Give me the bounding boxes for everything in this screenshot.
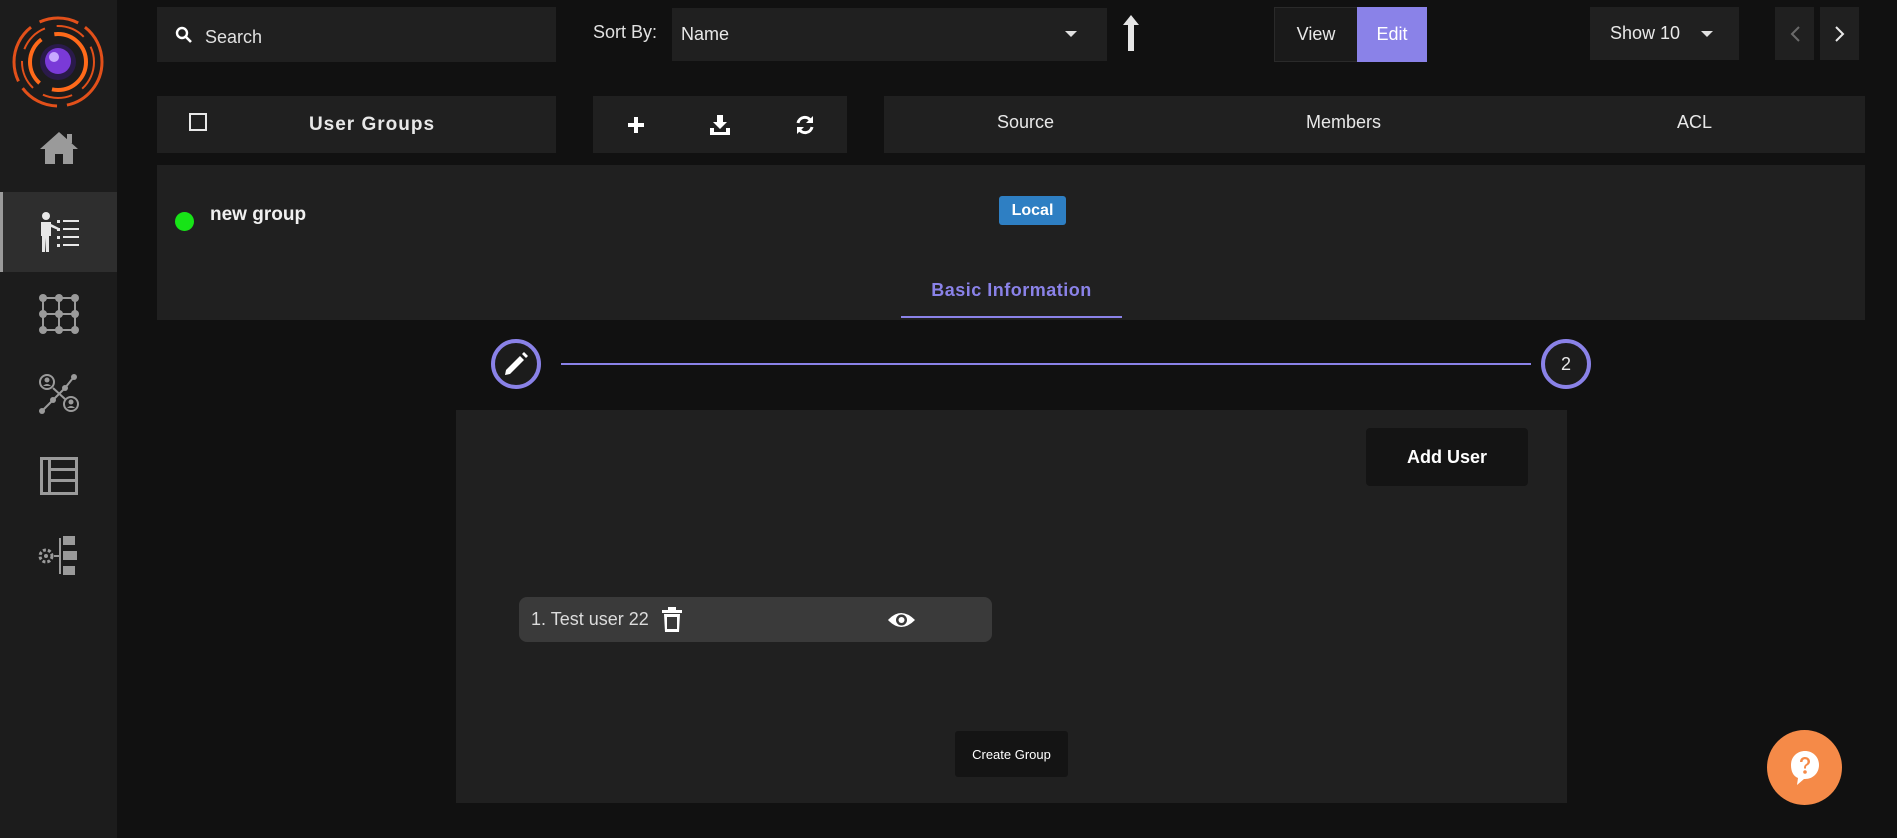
trash-icon (662, 607, 682, 632)
sidebar-item-home[interactable] (0, 108, 117, 188)
pencil-icon (505, 352, 528, 375)
sidebar-item-network[interactable] (0, 274, 117, 354)
app-logo[interactable] (10, 14, 106, 110)
sort-label: Sort By: (593, 22, 658, 42)
step-1-edit[interactable] (491, 339, 541, 389)
previous-page-button[interactable] (1775, 7, 1814, 60)
next-page-button[interactable] (1820, 7, 1859, 60)
help-button[interactable] (1767, 730, 1842, 805)
view-user-button[interactable] (887, 608, 916, 632)
user-network-icon (38, 374, 79, 414)
step-2[interactable]: 2 (1541, 339, 1591, 389)
chevron-down-icon (1701, 31, 1713, 37)
search-placeholder: Search (205, 26, 263, 47)
tab-basic-information[interactable]: Basic Information (901, 270, 1122, 318)
search-input[interactable]: Search (157, 7, 556, 62)
create-group-button[interactable]: Create Group (955, 731, 1068, 777)
sidebar (0, 0, 117, 838)
chevron-right-icon (1834, 25, 1844, 42)
view-button[interactable]: View (1274, 7, 1358, 62)
download-button[interactable] (705, 112, 735, 138)
sidebar-item-user-groups[interactable] (0, 192, 117, 272)
logo-icon (12, 16, 104, 108)
status-indicator (175, 212, 194, 231)
table-list-icon (39, 457, 78, 495)
help-icon (1790, 750, 1819, 785)
group-name: new group (210, 204, 307, 225)
eye-icon (888, 613, 915, 627)
page-size-value: Show 10 (1610, 23, 1681, 43)
add-user-button[interactable]: Add User (1366, 428, 1528, 486)
column-acl[interactable]: ACL (1677, 112, 1712, 133)
select-all-checkbox[interactable] (189, 113, 207, 131)
refresh-icon (796, 115, 814, 135)
sort-select[interactable]: Name (672, 8, 1107, 61)
user-name: 1. Test user 22 (531, 609, 649, 629)
search-icon (175, 26, 192, 43)
source-badge: Local (999, 196, 1066, 225)
sidebar-item-tables[interactable] (0, 436, 117, 516)
plus-icon (628, 117, 644, 133)
delete-user-button[interactable] (660, 607, 684, 633)
user-groups-icon (40, 212, 79, 252)
settings-tree-icon (38, 536, 77, 575)
column-source[interactable]: Source (997, 112, 1054, 133)
sidebar-item-user-network[interactable] (0, 354, 117, 434)
sort-value: Name (681, 24, 730, 44)
sort-direction-button[interactable] (1119, 14, 1143, 52)
edit-button[interactable]: Edit (1357, 7, 1427, 62)
grid-network-icon (38, 294, 79, 334)
page-size-select[interactable]: Show 10 (1590, 7, 1739, 60)
add-group-button[interactable] (621, 112, 651, 138)
sidebar-item-settings[interactable] (0, 516, 117, 596)
arrow-up-icon (1123, 15, 1139, 51)
column-members[interactable]: Members (1306, 112, 1381, 133)
chevron-down-icon (1065, 31, 1077, 37)
chevron-left-icon (1790, 25, 1800, 42)
list-title: User Groups (308, 114, 436, 135)
home-icon (39, 132, 78, 164)
refresh-button[interactable] (790, 112, 820, 138)
stepper-connector (561, 363, 1531, 365)
download-icon (710, 115, 730, 135)
